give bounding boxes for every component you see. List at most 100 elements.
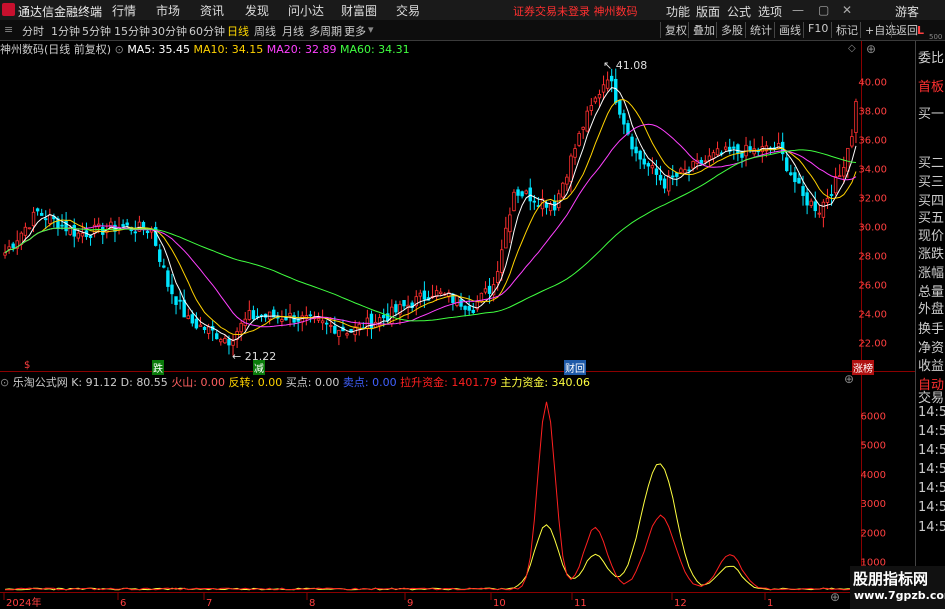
candle-body [544,202,549,208]
event-marker-rise-list[interactable]: 涨榜 [852,360,874,375]
candle-body [231,340,235,346]
quote-row-4: 买三 [918,175,945,190]
candle-body [618,100,622,115]
zhuli-line [4,463,857,591]
candle-body [178,299,182,302]
indicator-zoom-icon-bottom[interactable]: ⊕ [830,590,840,604]
candle-body [833,176,838,194]
candle-body [809,200,813,206]
candle-body [44,218,48,221]
indicator-tick-1: 5000 [861,441,886,452]
candle-body [837,175,842,178]
price-tick-7: 26.00 [858,281,887,292]
candle-body [455,295,459,306]
candle-body [569,155,573,182]
candle-body [76,232,81,239]
price-tick-9: 22.00 [858,339,887,350]
quote-corner-l: L [917,24,925,37]
candle-body [483,288,488,293]
quote-row-9: 涨幅 [918,266,945,281]
candle-body [145,230,150,234]
candle-body [158,249,162,262]
quote-row-1: 首板 [918,80,945,95]
quote-row-7: 现价 [918,229,945,244]
price-tick-0: 40.00 [858,78,887,89]
ma10-line [4,99,857,336]
candle-body [650,165,655,169]
quote-row-12: 换手 [918,322,945,337]
candle-body [601,84,606,93]
event-marker-drop[interactable]: 跌 [152,360,164,375]
kline-chart[interactable]: 40.00 38.00 36.00 34.00 32.00 30.00 28.00 26.00… [0,0,945,609]
candle-body [614,78,618,104]
candle-body [565,176,569,185]
candle-body [11,243,15,248]
candle-body [662,178,667,189]
indicator-tick-0: 6000 [861,411,886,422]
date-tick-3: 8 [309,598,315,609]
candle-body [198,324,203,327]
quote-row-20: 14:5 [918,462,945,477]
candle-body [60,224,64,227]
chart-diamond-icon[interactable]: ◇ [848,43,856,54]
candle-body [842,167,846,177]
candle-body [573,148,577,158]
candle-body [239,322,243,333]
date-tick-7: 12 [674,598,687,609]
candle-body [223,337,227,344]
candle-body [345,333,349,336]
candle-body [732,146,736,149]
quote-row-23: 14:5 [918,520,945,535]
quote-row-22: 14:5 [918,500,945,515]
candle-body [166,270,170,287]
event-marker-report[interactable]: 财回 [564,360,586,375]
candle-body [581,126,585,130]
candle-body [691,161,695,169]
candle-body [736,144,740,154]
candle-body [548,204,553,212]
candle-body [27,227,32,230]
candle-body [337,329,341,337]
candle-body [658,174,663,181]
candle-body [194,318,199,329]
candle-body [854,101,858,133]
candle-body [23,226,28,236]
candle-body [679,168,683,173]
ma60-line [4,149,857,322]
indicator-zoom-icon[interactable]: ⊕ [844,372,854,386]
candle-body [813,201,817,212]
quote-row-3: 买二 [918,156,945,171]
candle-body [532,200,537,203]
event-marker-reduce[interactable]: 减 [253,360,265,375]
quote-row-16[interactable]: 交易 [918,387,944,406]
candle-body [284,317,288,321]
price-tick-5: 30.00 [858,223,887,234]
indicator-series [4,401,857,591]
candle-body [512,191,516,212]
candle-body [715,148,720,156]
candle-body [825,197,830,203]
candle-body [288,312,292,317]
candle-body [646,163,651,167]
indicator-tick-2: 4000 [861,470,886,481]
candle-body [215,333,219,340]
candle-body [170,284,174,295]
candle-body [703,160,708,163]
event-marker-dividend[interactable]: $ [24,360,30,371]
candle-body [48,214,52,224]
candle-body [793,172,797,183]
price-tick-3: 34.00 [858,165,887,176]
candle-body [638,150,642,160]
candle-body [801,186,805,196]
watermark: 股朋指标网 www.7gpzb.com [850,566,945,609]
quote-row-21: 14:5 [918,481,945,496]
candle-body [687,169,691,172]
candle-body [528,187,532,202]
quote-row-2: 买一 [918,107,945,122]
price-tick-8: 24.00 [858,310,887,321]
quote-row-11: 外盘 [918,302,945,317]
candle-body [206,326,211,334]
chart-zoom-icon[interactable]: ⊕ [866,42,876,56]
candle-body [605,79,610,89]
high-marker-value: 41.08 [615,59,648,72]
